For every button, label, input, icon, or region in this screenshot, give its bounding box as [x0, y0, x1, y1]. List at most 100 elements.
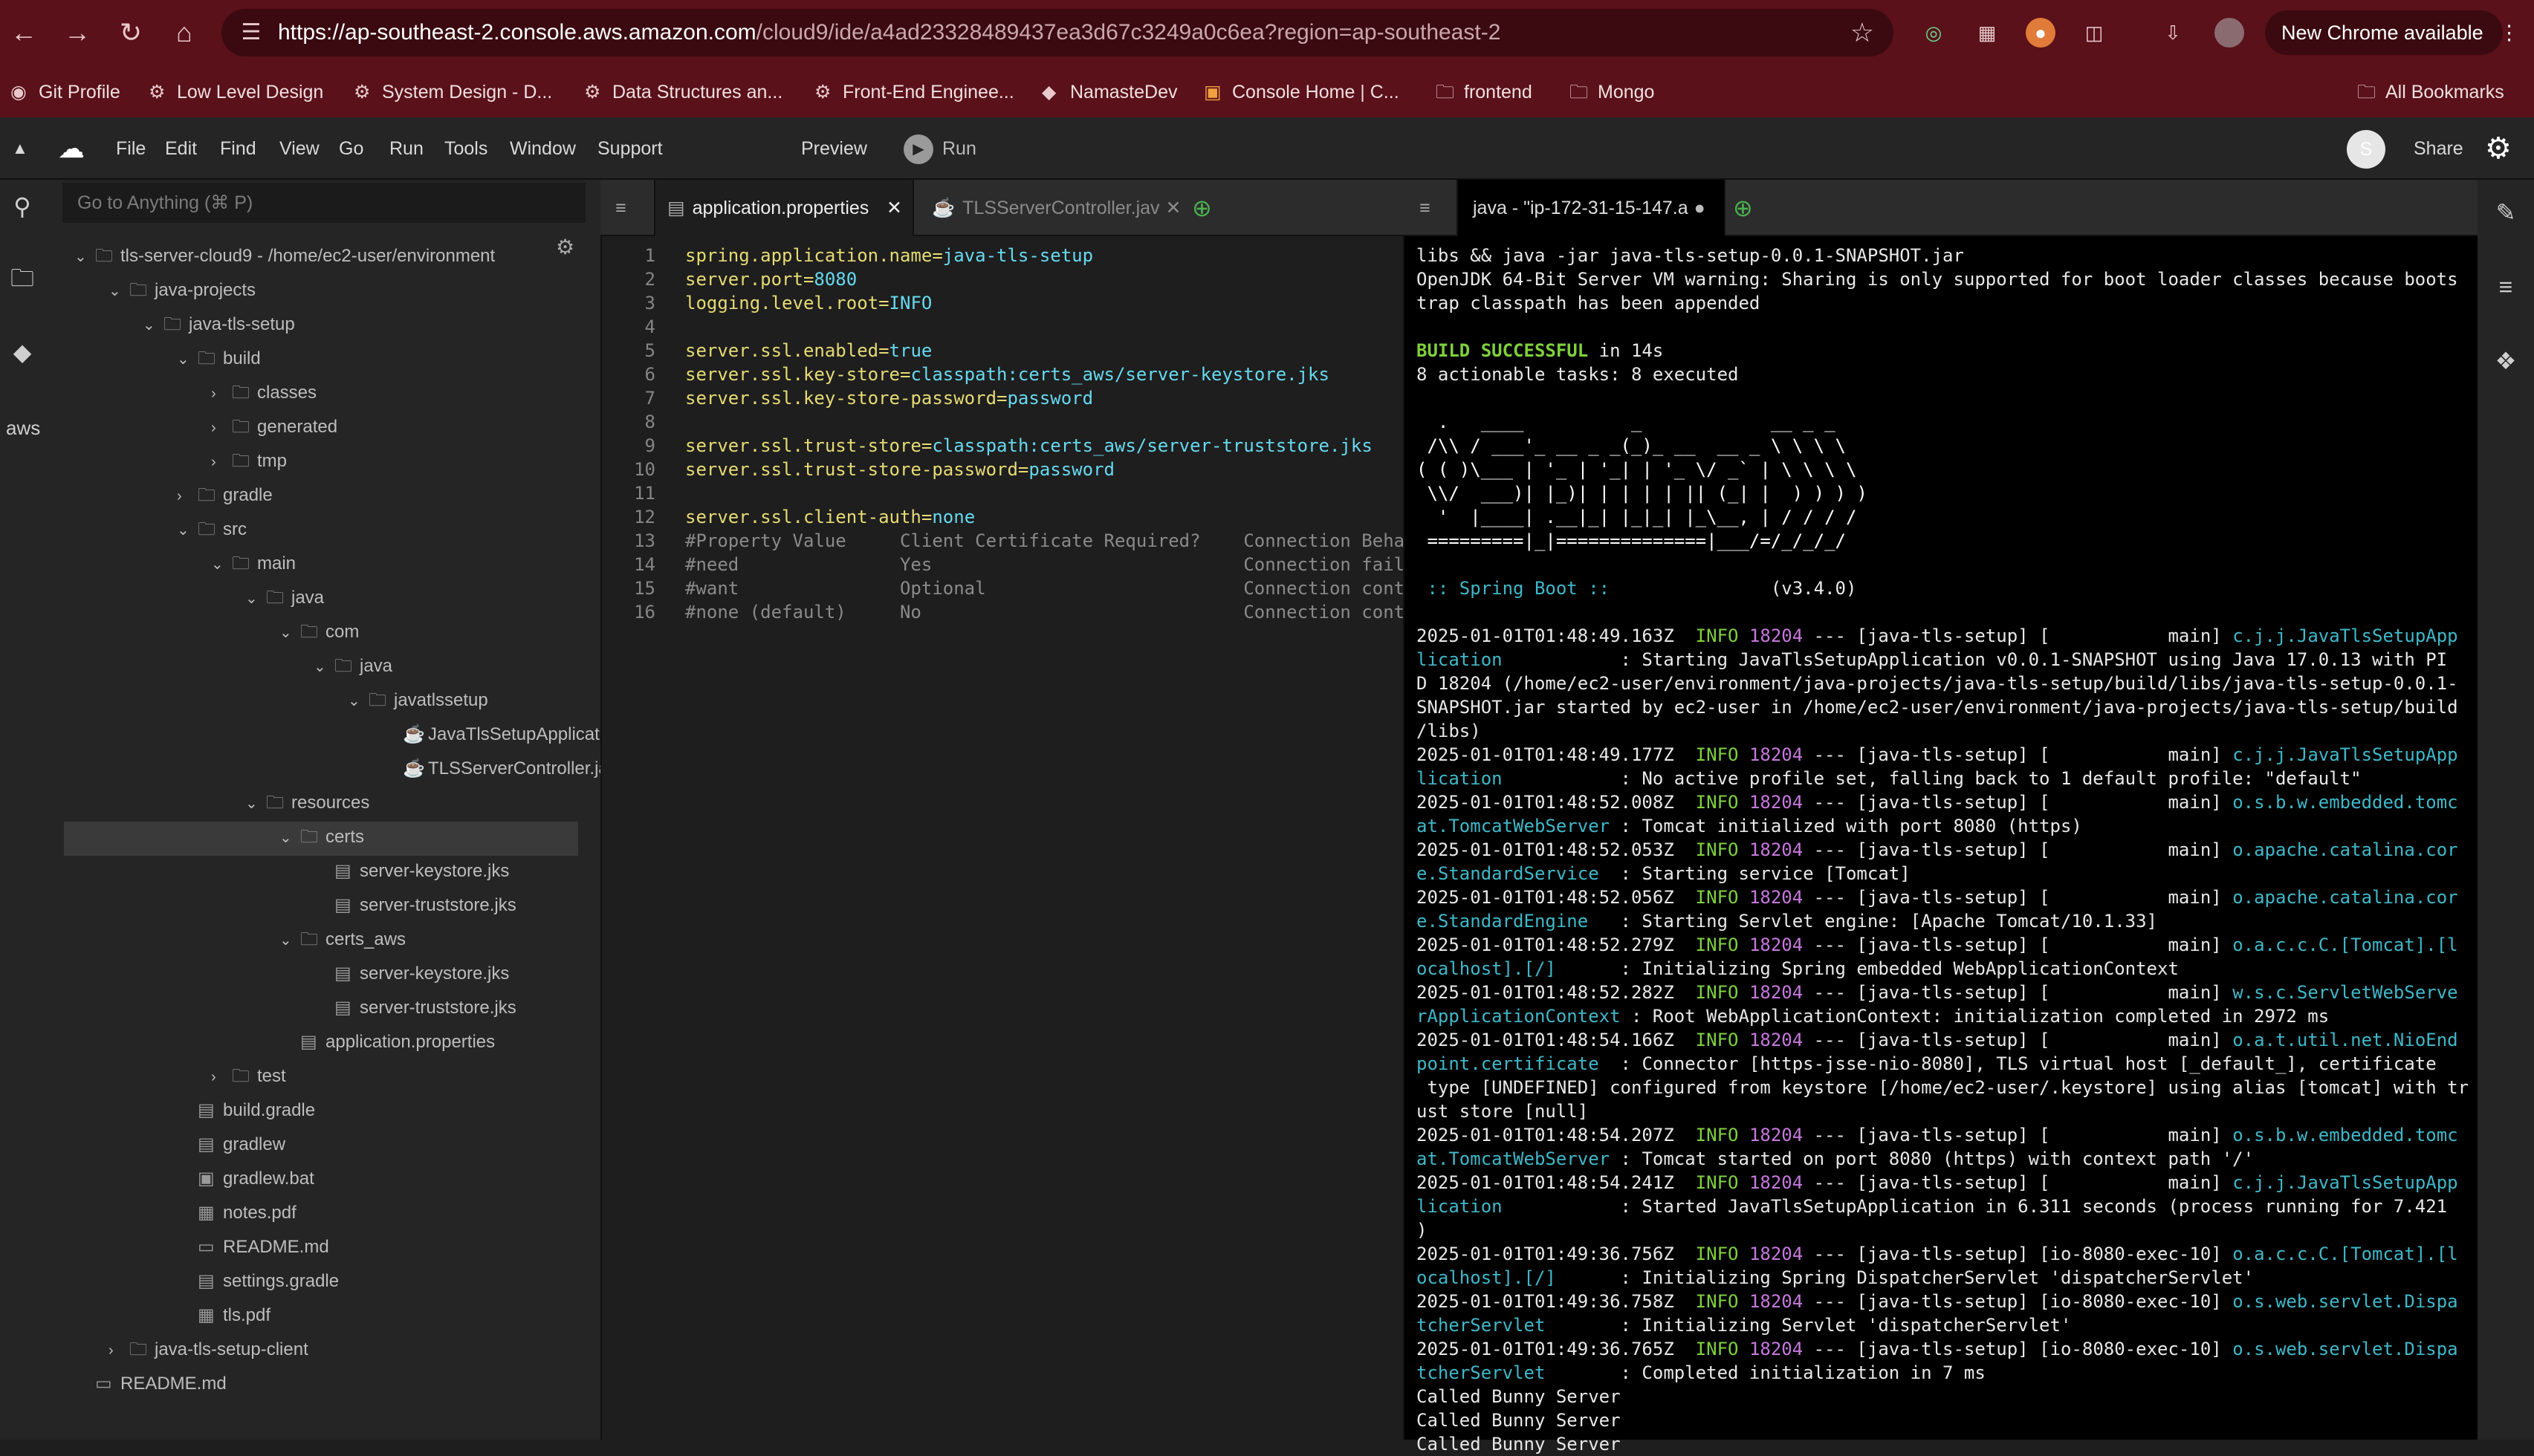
aws-icon[interactable]: aws [6, 412, 40, 444]
preview-button[interactable]: Preview [801, 117, 867, 180]
new-tab-plus-icon[interactable]: ⊕ [1733, 180, 1753, 236]
search-icon[interactable]: ⚲ [6, 190, 39, 223]
extension-target-icon[interactable]: ◎ [1919, 18, 1948, 48]
pane-menu-icon[interactable]: ≡ [615, 180, 626, 236]
menu-tools[interactable]: Tools [444, 117, 487, 180]
close-tab-icon[interactable]: ✕ [887, 180, 902, 236]
extension-ci-icon[interactable]: ▦ [1972, 18, 2002, 48]
log-logger: ocalhost].[/] [1416, 958, 1556, 979]
folder-icon: 🗀 [232, 383, 250, 403]
pane-menu-icon[interactable]: ≡ [1419, 180, 1430, 236]
menu-go[interactable]: Go [339, 117, 363, 180]
file-row[interactable]: ▤ server-keystore.jks [314, 957, 509, 991]
folder-row[interactable]: ⌄ 🗀 certs_aws [279, 923, 406, 957]
folder-row[interactable]: ⌄ 🗀 javatlssetup [348, 683, 488, 718]
address-bar[interactable]: ☰ https://ap-southeast-2.console.aws.ama… [221, 9, 1893, 56]
share-button[interactable]: Share [2414, 117, 2463, 180]
file-row[interactable]: ▤ settings.gradle [177, 1264, 339, 1299]
file-row[interactable]: ▭ README.md [177, 1230, 329, 1264]
bookmark-item[interactable]: ◉ Git Profile [10, 77, 120, 107]
folder-row[interactable]: ⌄ 🗀 java-projects [108, 273, 256, 308]
menu-view[interactable]: View [279, 117, 320, 180]
folder-row[interactable]: › 🗀 gradle [177, 478, 273, 513]
run-button[interactable]: ▶ Run [904, 117, 976, 180]
folder-row[interactable]: ⌄ 🗀 tls-server-cloud9 - /home/ec2-user/env… [74, 239, 495, 273]
menu-run[interactable]: Run [389, 117, 424, 180]
file-row[interactable]: ▤ build.gradle [177, 1093, 315, 1128]
bookmark-item[interactable]: ◆ NamasteDev [1042, 77, 1178, 107]
tree-item-label: resources [291, 793, 370, 813]
tree-item-label: certs [325, 827, 365, 847]
close-tab-icon[interactable]: ✕ [1166, 198, 1182, 218]
file-row[interactable]: ▤ server-truststore.jks [314, 888, 516, 923]
file-row[interactable]: ▭ README.md [74, 1367, 227, 1401]
extensions-puzzle-icon[interactable]: ◫ [2079, 18, 2109, 48]
file-row[interactable]: ☕ TLSServerController.java [382, 752, 627, 786]
home-icon[interactable]: ⌂ [168, 16, 201, 49]
bookmark-item[interactable]: ▣ Console Home | C... [1204, 77, 1399, 107]
menu-edit[interactable]: Edit [165, 117, 197, 180]
terminal-text: : Initializing Servlet 'dispatcherServle… [1545, 1315, 2072, 1336]
profile-avatar[interactable] [2214, 18, 2244, 48]
tab-terminal[interactable]: java - "ip-172-31-15-147.a ● [1456, 180, 1725, 236]
all-bookmarks[interactable]: 🗀 All Bookmarks [2357, 77, 2504, 107]
new-tab-plus-icon[interactable]: ⊕ [1192, 180, 1212, 236]
settings-gear-icon[interactable]: ⚙ [2485, 117, 2512, 180]
folder-row[interactable]: › 🗀 classes [211, 376, 317, 410]
bookmark-folder[interactable]: 🗀 Mongo [1569, 77, 1654, 107]
folder-row[interactable]: › 🗀 test [211, 1059, 286, 1093]
folder-row[interactable]: ⌄ 🗀 com [279, 615, 359, 649]
folder-row[interactable]: › 🗀 generated [211, 410, 337, 444]
folder-row[interactable]: ⌄ 🗀 resources [245, 786, 369, 820]
source-control-icon[interactable]: ◆ [6, 336, 39, 368]
forward-icon[interactable]: → [61, 16, 94, 49]
menu-find[interactable]: Find [220, 117, 256, 180]
file-row[interactable]: ▤ server-truststore.jks [314, 991, 516, 1025]
bookmark-folder[interactable]: 🗀 frontend [1436, 77, 1532, 107]
file-row[interactable]: ▤ gradlew [177, 1128, 285, 1162]
new-chrome-available-button[interactable]: New Chrome available ⋮ [2265, 10, 2519, 55]
menu-window[interactable]: Window [510, 117, 576, 180]
folder-row[interactable]: ⌄ 🗀 java [245, 581, 324, 615]
menu-support[interactable]: Support [597, 117, 663, 180]
extension-orange-icon[interactable]: ● [2026, 18, 2055, 48]
file-row[interactable]: ▤ application.properties [279, 1025, 495, 1059]
outline-icon[interactable]: ≡ [2489, 270, 2522, 303]
folder-row[interactable]: ⌄ 🗀 src [177, 513, 247, 547]
menu-file[interactable]: File [116, 117, 146, 180]
debugger-icon[interactable]: ❖ [2489, 345, 2522, 377]
folder-row[interactable]: ⌄ 🗀 main [211, 547, 296, 581]
collapse-menu-icon[interactable]: ▲ [12, 117, 28, 180]
log-sep: ] [2211, 1244, 2233, 1264]
bookmark-star-icon[interactable]: ☆ [1850, 18, 1874, 48]
site-info-icon[interactable]: ☰ [238, 19, 265, 46]
back-icon[interactable]: ← [7, 16, 40, 49]
folder-row[interactable]: › 🗀 java-tls-setup-client [108, 1333, 308, 1367]
bookmark-item[interactable]: ⚙ Front-End Enginee... [814, 77, 1014, 107]
folder-row[interactable]: ⌄ 🗀 build [177, 342, 261, 376]
bookmark-item[interactable]: ⚙ System Design - D... [354, 77, 552, 107]
folder-row[interactable]: ⌄ 🗀 certs [279, 820, 364, 854]
collaborate-icon[interactable]: ✎ [2489, 196, 2522, 229]
explorer-settings-icon[interactable]: ⚙ [556, 235, 574, 259]
file-icon: ▣ [198, 1169, 215, 1189]
log-level: INFO [1673, 1339, 1749, 1359]
user-avatar[interactable]: S [2347, 117, 2385, 180]
file-row[interactable]: ▦ notes.pdf [177, 1196, 297, 1230]
environment-folder-icon[interactable]: 🗀 [6, 261, 39, 294]
folder-row[interactable]: › 🗀 tmp [211, 444, 287, 478]
cloud9-logo-icon[interactable]: ☁ [58, 117, 85, 180]
go-to-anything-input[interactable]: Go to Anything (⌘ P) [62, 183, 586, 223]
reload-icon[interactable]: ↻ [114, 16, 147, 49]
address-url[interactable]: https://ap-southeast-2.console.aws.amazo… [278, 9, 1500, 56]
folder-row[interactable]: ⌄ 🗀 java [314, 649, 392, 683]
bookmark-item[interactable]: ⚙ Low Level Design [149, 77, 323, 107]
folder-row[interactable]: ⌄ 🗀 java-tls-setup [143, 308, 295, 342]
tab-tls-server-controller[interactable]: ☕ TLSServerController.jav ✕ [918, 180, 1181, 236]
downloads-icon[interactable]: ⇩ [2158, 18, 2188, 48]
bookmark-item[interactable]: ⚙ Data Structures an... [584, 77, 782, 107]
file-row[interactable]: ▣ gradlew.bat [177, 1162, 314, 1196]
file-row[interactable]: ▦ tls.pdf [177, 1299, 270, 1333]
file-row[interactable]: ▤ server-keystore.jks [314, 854, 509, 888]
tab-application-properties[interactable]: ▤ application.properties ✕ [654, 180, 914, 236]
